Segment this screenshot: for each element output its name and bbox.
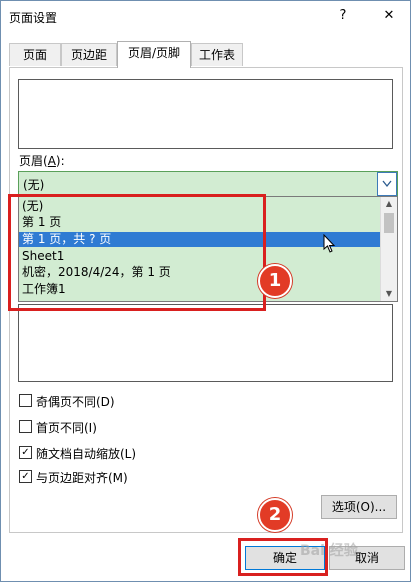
header-preview xyxy=(18,79,393,149)
dialog-title: 页面设置 xyxy=(9,11,58,25)
check-icon[interactable]: ✓ xyxy=(19,446,32,459)
options-button[interactable]: 选项(O)... xyxy=(321,495,397,519)
scroll-thumb[interactable] xyxy=(384,213,394,233)
ok-button[interactable]: 确定 xyxy=(245,546,325,570)
tab-sheet[interactable]: 工作表 xyxy=(191,43,243,66)
scroll-down-icon[interactable]: ▼ xyxy=(381,287,397,301)
dropdown-option[interactable]: 工作簿1 xyxy=(19,282,382,297)
dropdown-option[interactable]: 机密，2018/4/24，第 1 页 xyxy=(19,265,382,280)
page-setup-dialog: 页面设置 ? ✕ 页面 页边距 页眉/页脚 工作表 页眉(A): (无) (无)… xyxy=(0,0,411,582)
tab-header-footer[interactable]: 页眉/页脚 xyxy=(117,41,191,68)
step-badge-2: 2 xyxy=(258,498,292,532)
check-icon[interactable]: ✓ xyxy=(19,470,32,483)
cancel-button[interactable]: 取消 xyxy=(329,546,405,570)
header-select-value: (无) xyxy=(23,178,45,192)
mouse-pointer-icon xyxy=(323,234,336,253)
tab-page[interactable]: 页面 xyxy=(9,43,61,66)
dropdown-option[interactable]: (无) xyxy=(19,199,382,214)
checkbox-box[interactable] xyxy=(19,394,32,407)
header-field-label: 页眉(A): xyxy=(19,154,65,168)
close-button[interactable]: ✕ xyxy=(377,5,401,27)
tab-strip: 页面 页边距 页眉/页脚 工作表 xyxy=(9,41,404,68)
title-bar: 页面设置 ? ✕ xyxy=(1,1,410,31)
help-button[interactable]: ? xyxy=(331,5,355,27)
footer-preview xyxy=(18,304,393,382)
checkbox-box[interactable] xyxy=(19,420,32,433)
header-select[interactable]: (无) xyxy=(18,171,398,197)
step-badge-1: 1 xyxy=(258,264,292,298)
tab-margins[interactable]: 页边距 xyxy=(61,43,117,66)
dropdown-option[interactable]: 第 1 页 xyxy=(19,215,382,230)
dropdown-scrollbar[interactable]: ▲ ▼ xyxy=(380,197,397,301)
header-dropdown-list: (无) 第 1 页 第 1 页，共 ? 页 Sheet1 机密，2018/4/2… xyxy=(18,196,398,302)
scroll-up-icon[interactable]: ▲ xyxy=(381,197,397,211)
chevron-down-icon[interactable] xyxy=(377,172,397,196)
